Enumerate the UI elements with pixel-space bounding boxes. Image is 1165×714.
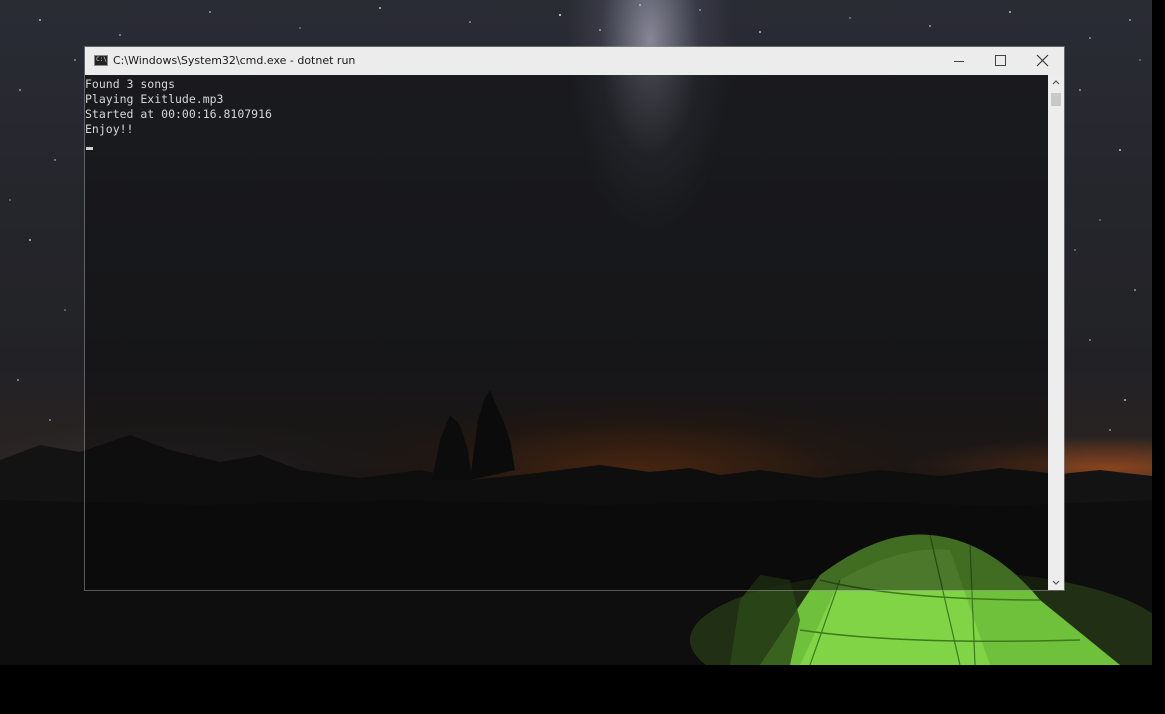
console-window[interactable]: C:\Windows\System32\cmd.exe - dotnet run… <box>84 46 1065 591</box>
text-cursor <box>86 147 93 150</box>
vertical-scrollbar[interactable] <box>1048 75 1064 590</box>
cmd-console-icon[interactable] <box>94 55 110 66</box>
console-line: Found 3 songs <box>85 77 176 91</box>
window-title: C:\Windows\System32\cmd.exe - dotnet run <box>113 54 356 67</box>
scrollbar-thumb[interactable] <box>1051 93 1061 106</box>
chevron-down-icon <box>1052 580 1060 585</box>
desktop: C:\Windows\System32\cmd.exe - dotnet run… <box>0 0 1165 714</box>
console-output-area[interactable]: Found 3 songs Playing Exitlude.mp3 Start… <box>85 75 1048 590</box>
console-line: Enjoy!! <box>85 122 134 136</box>
close-button[interactable] <box>1021 47 1065 75</box>
chevron-up-icon <box>1052 80 1060 85</box>
screen-edge <box>1152 0 1165 714</box>
minimize-icon <box>954 61 964 62</box>
console-output: Found 3 songs Playing Exitlude.mp3 Start… <box>85 77 272 137</box>
console-line: Playing Exitlude.mp3 <box>85 92 224 106</box>
maximize-icon <box>995 55 1006 66</box>
close-icon <box>1036 54 1049 67</box>
scroll-up-button[interactable] <box>1048 75 1064 91</box>
scroll-down-button[interactable] <box>1048 574 1064 590</box>
window-titlebar[interactable]: C:\Windows\System32\cmd.exe - dotnet run <box>85 47 1064 75</box>
minimize-button[interactable] <box>937 47 981 75</box>
console-line: Started at 00:00:16.8107916 <box>85 107 272 121</box>
maximize-button[interactable] <box>978 47 1022 75</box>
letterbox-bar <box>0 665 1165 714</box>
